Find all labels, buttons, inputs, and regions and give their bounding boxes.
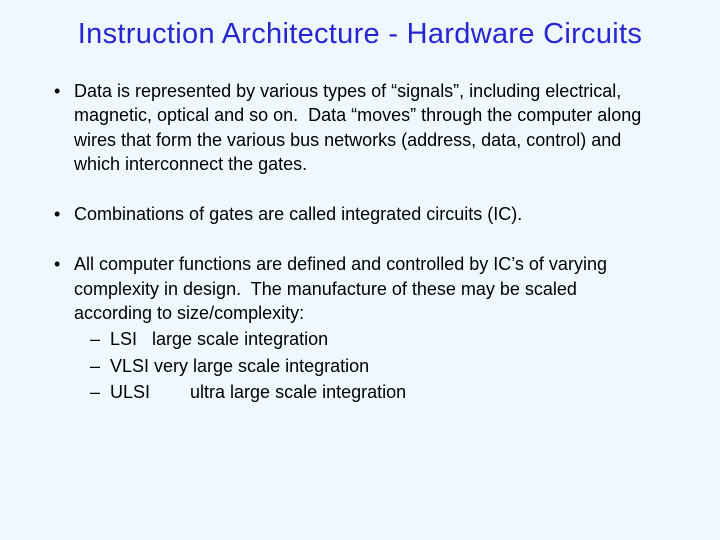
bullet-item: Combinations of gates are called integra… (74, 202, 688, 226)
sub-bullet-text: ULSI ultra large scale integration (110, 382, 406, 402)
sub-bullet-item: ULSI ultra large scale integration (110, 380, 658, 404)
sub-bullet-text: VLSI very large scale integration (110, 356, 369, 376)
bullet-text: Combinations of gates are called integra… (74, 204, 522, 224)
sub-bullet-item: VLSI very large scale integration (110, 354, 658, 378)
bullet-item: All computer functions are defined and c… (74, 252, 688, 404)
slide-content: Data is represented by various types of … (32, 79, 688, 404)
sub-bullet-text: LSI large scale integration (110, 329, 328, 349)
bullet-item: Data is represented by various types of … (74, 79, 688, 176)
bullet-text: All computer functions are defined and c… (74, 254, 607, 323)
bullet-text: Data is represented by various types of … (74, 81, 641, 174)
slide-title: Instruction Architecture - Hardware Circ… (32, 18, 688, 51)
sub-bullet-item: LSI large scale integration (110, 327, 658, 351)
